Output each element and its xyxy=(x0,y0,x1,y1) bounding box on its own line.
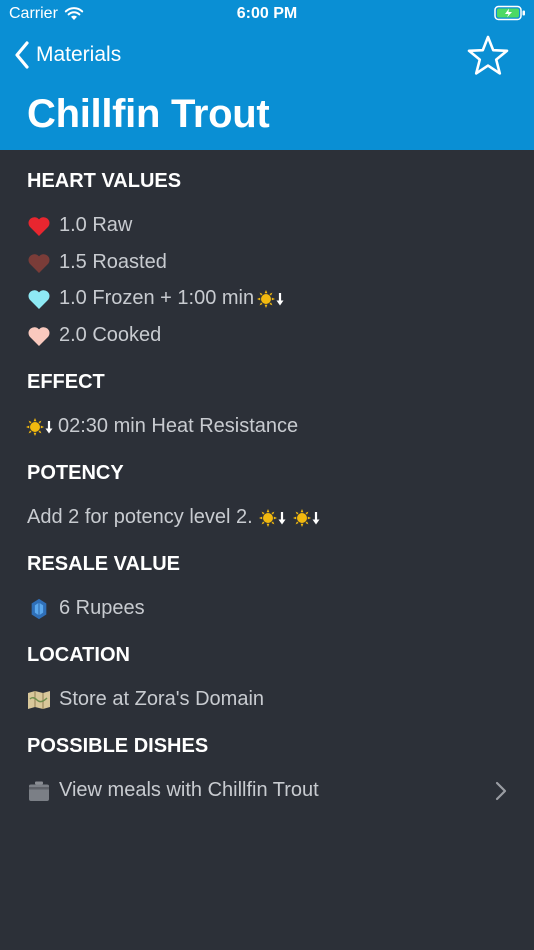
heart-values-header: HEART VALUES xyxy=(27,170,182,192)
possible-dishes-header: POSSIBLE DISHES xyxy=(27,735,209,757)
heat-resistance-icon xyxy=(292,508,320,527)
star-outline-icon[interactable] xyxy=(466,34,510,78)
status-time: 6:00 PM xyxy=(236,5,298,22)
back-button-label: Materials xyxy=(36,43,122,66)
resale-value-header: RESALE VALUE xyxy=(27,553,180,575)
chevron-right-icon xyxy=(495,781,507,800)
heart-brown-icon xyxy=(28,253,50,273)
cooking-pot-icon xyxy=(29,781,49,801)
map-icon xyxy=(28,690,50,709)
effect-header: EFFECT xyxy=(27,371,105,393)
nav-bar: Materials xyxy=(0,30,534,80)
potency-row: Add 2 for potency level 2. xyxy=(27,506,324,529)
view-meals-row[interactable]: View meals with Chillfin Trout xyxy=(27,779,507,802)
potency-header: POTENCY xyxy=(27,462,124,484)
heart-value-cooked-text: 2.0 Cooked xyxy=(59,324,162,346)
heat-resistance-icon xyxy=(26,417,53,436)
heart-value-cooked: 2.0 Cooked xyxy=(27,324,161,347)
heart-value-frozen-text: 1.0 Frozen + 1:00 min xyxy=(59,287,255,309)
heart-peach-icon xyxy=(28,326,50,346)
view-meals-text: View meals with Chillfin Trout xyxy=(59,779,319,801)
navigation-header: Carrier 6:00 PM Materials Chillfin Trout xyxy=(0,0,534,150)
heat-resistance-icon xyxy=(258,508,286,527)
heart-value-roasted-text: 1.5 Roasted xyxy=(59,251,167,273)
battery-charging-icon xyxy=(494,5,525,21)
page-title: Chillfin Trout xyxy=(27,92,270,136)
resale-value-row: 6 Rupees xyxy=(27,597,145,620)
resale-value-text: 6 Rupees xyxy=(59,597,145,619)
heart-value-roasted: 1.5 Roasted xyxy=(27,251,167,274)
location-header: LOCATION xyxy=(27,644,130,666)
back-button[interactable]: Materials xyxy=(14,38,121,72)
status-bar: Carrier 6:00 PM xyxy=(0,0,534,28)
effect-text: 02:30 min Heat Resistance xyxy=(58,415,299,437)
rupee-icon xyxy=(31,598,47,619)
location-text: Store at Zora's Domain xyxy=(59,688,265,710)
chevron-left-icon xyxy=(15,41,29,69)
location-row: Store at Zora's Domain xyxy=(27,688,264,711)
heart-value-frozen: 1.0 Frozen + 1:00 min xyxy=(27,287,288,310)
effect-row: 02:30 min Heat Resistance xyxy=(26,415,299,438)
heat-resistance-icon xyxy=(257,289,284,308)
heart-value-raw: 1.0 Raw xyxy=(27,214,132,237)
heart-cyan-icon xyxy=(28,289,50,309)
heart-red-icon xyxy=(28,216,50,236)
potency-text: Add 2 for potency level 2. xyxy=(27,506,253,528)
heart-value-raw-text: 1.0 Raw xyxy=(59,214,133,236)
